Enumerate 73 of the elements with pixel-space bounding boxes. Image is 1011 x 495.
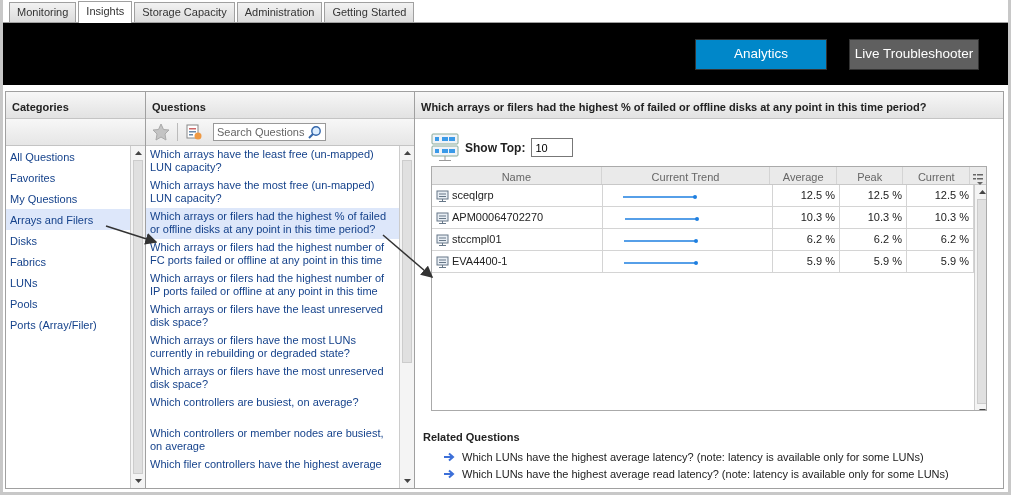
- question-item[interactable]: Which arrays have the most free (un-mapped) LUN capacity?: [146, 177, 399, 208]
- category-item[interactable]: All Questions: [6, 146, 130, 167]
- scrollbar-track[interactable]: [977, 199, 986, 404]
- section-title: Related Questions: [423, 430, 521, 445]
- question-item[interactable]: Which arrays or filers have the least unreserved disk space?: [146, 301, 399, 332]
- category-item[interactable]: My Questions: [6, 188, 130, 209]
- question-item[interactable]: Which arrays have the least free (un-mapped) LUN capacity?: [146, 146, 399, 177]
- scroll-up-icon[interactable]: [134, 151, 142, 155]
- column-header[interactable]: Name: [432, 167, 602, 184]
- analytics-button[interactable]: Analytics: [695, 38, 827, 70]
- panel-header: Categories: [6, 92, 145, 119]
- tab[interactable]: Monitoring: [9, 2, 77, 22]
- column-header[interactable]: Average: [770, 167, 837, 184]
- panel-header: Which arrays or filers had the highest % of failed or offline disks at any point in this time period?: [415, 92, 1003, 119]
- category-item[interactable]: Ports (Array/Filer): [6, 314, 130, 335]
- tab[interactable]: Storage Capacity: [134, 2, 235, 22]
- array-name: APM00064702270: [452, 210, 544, 226]
- category-item[interactable]: Pools: [6, 293, 130, 314]
- table-cell: 12.5 %: [840, 185, 907, 206]
- question-item[interactable]: Which arrays or filers had the highest number of FC ports failed or offline at any point in this time: [146, 239, 399, 270]
- table-cell: 6.2 %: [840, 229, 907, 250]
- category-item[interactable]: Arrays and Filers: [6, 209, 130, 230]
- arrow-icon: [443, 452, 455, 462]
- column-header[interactable]: Current Trend: [601, 167, 771, 184]
- column-menu-icon[interactable]: [972, 171, 984, 185]
- search-field[interactable]: Search Questions: [213, 123, 326, 141]
- array-name: sceqlgrp: [452, 188, 494, 204]
- column-header[interactable]: Current: [903, 167, 970, 184]
- scroll-down-icon[interactable]: [403, 479, 411, 483]
- question-item[interactable]: Which arrays or filers have the most unreserved disk space?: [146, 363, 399, 394]
- question-item[interactable]: Which filer controllers have the highest average: [146, 456, 399, 487]
- report-icon[interactable]: [185, 123, 203, 141]
- table-cell: 6.2 %: [773, 229, 840, 250]
- server-icon: [436, 255, 449, 268]
- question-item[interactable]: Which arrays or filers had the highest number of IP ports failed or offline at any point in this time: [146, 270, 399, 301]
- server-icon: [436, 233, 449, 246]
- related-question-link[interactable]: Which LUNs have the highest average read latency? (note: latency is available only for some LUNs): [462, 465, 949, 483]
- scroll-up-icon[interactable]: [978, 190, 986, 194]
- scrollbar-track[interactable]: [133, 160, 143, 474]
- troubleshooter-button[interactable]: Live Troubleshooter: [849, 38, 979, 70]
- server-icon: [436, 211, 449, 224]
- table-cell: 10.3 %: [773, 207, 840, 228]
- server-icon: [436, 189, 449, 202]
- related-question-link[interactable]: Which LUNs have the highest average latency? (note: latency is available only for some LUNs): [462, 448, 924, 466]
- scroll-up-icon[interactable]: [403, 151, 411, 155]
- search-icon[interactable]: [307, 125, 321, 139]
- table-cell: 10.3 %: [840, 207, 907, 228]
- star-icon[interactable]: [152, 123, 170, 141]
- array-name: EVA4400-1: [452, 254, 508, 270]
- tab[interactable]: Getting Started: [324, 2, 415, 22]
- question-item[interactable]: Which arrays or filers have the most LUNs currently in rebuilding or degraded state?: [146, 332, 399, 363]
- storage-array-icon: [431, 133, 459, 162]
- question-item[interactable]: Which controllers or member nodes are busiest, on average: [146, 425, 399, 456]
- question-item[interactable]: Which controllers are busiest, on average?: [146, 394, 399, 425]
- table-cell: 5.9 %: [840, 251, 907, 272]
- category-item[interactable]: LUNs: [6, 272, 130, 293]
- panel-header: Questions: [146, 92, 414, 119]
- table-cell: 12.5 %: [773, 185, 840, 206]
- tab[interactable]: Insights: [78, 1, 133, 23]
- tab[interactable]: Administration: [236, 2, 323, 22]
- array-name: stccmpl01: [452, 232, 502, 248]
- show-top-field[interactable]: 10: [531, 138, 574, 157]
- scroll-down-icon[interactable]: [134, 479, 142, 483]
- callout-arrow: [105, 225, 158, 245]
- category-item[interactable]: Favorites: [6, 167, 130, 188]
- table-cell: 5.9 %: [773, 251, 840, 272]
- callout-arrow: [382, 234, 434, 278]
- category-item[interactable]: Disks: [6, 230, 130, 251]
- question-item[interactable]: Which arrays or filers had the highest % of failed or offline disks at any point in this time period?: [146, 208, 399, 239]
- column-header[interactable]: Peak: [836, 167, 904, 184]
- category-item[interactable]: Fabrics: [6, 251, 130, 272]
- arrow-icon: [443, 469, 455, 479]
- show-top-label: Show Top:: [465, 139, 526, 157]
